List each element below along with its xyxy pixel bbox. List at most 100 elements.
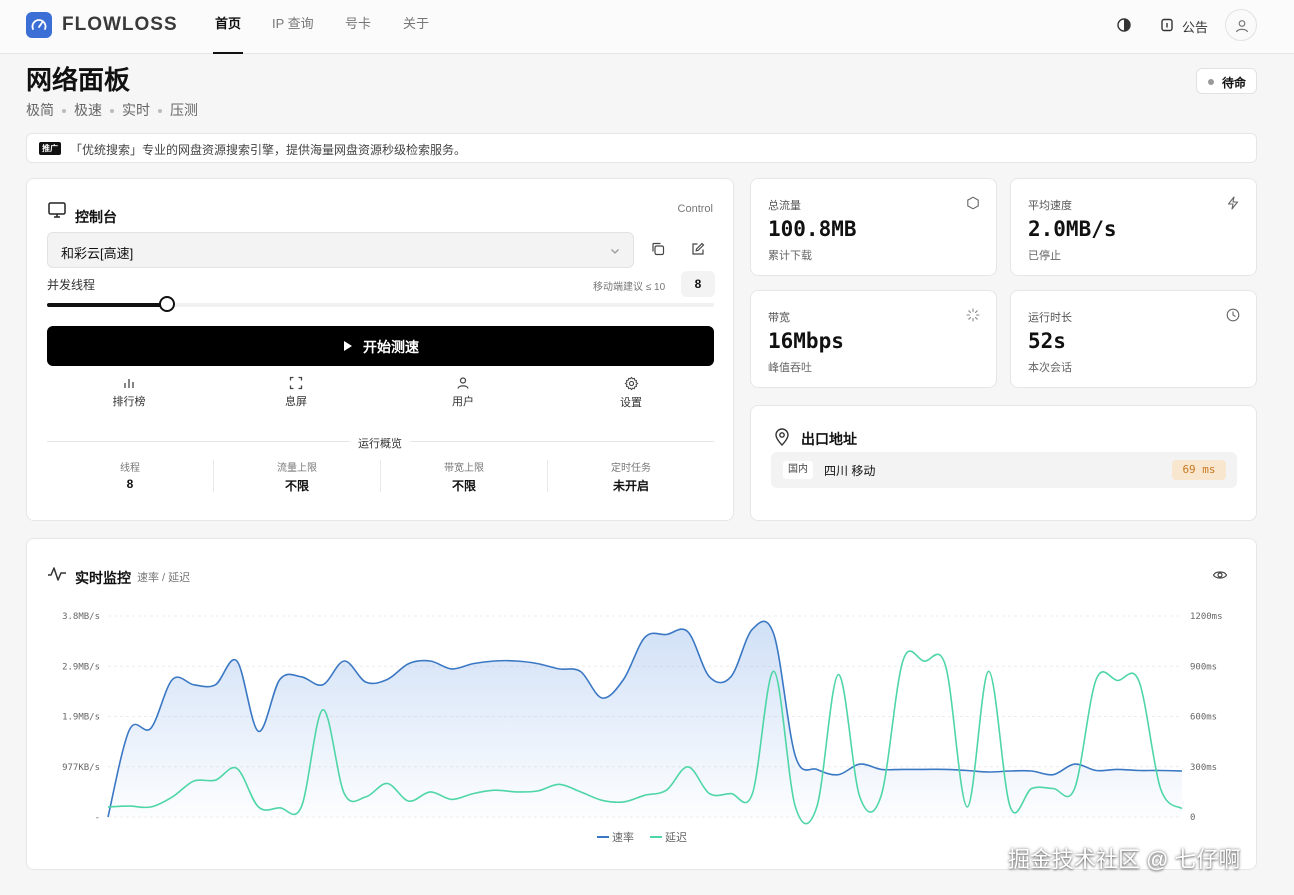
overview-stat: 线程 8 [47, 459, 213, 493]
edit-icon [692, 242, 705, 255]
lightning-icon [1227, 196, 1239, 210]
chevron-down-icon [611, 249, 619, 254]
y-left-tick-label: 1.9MB/s [62, 713, 100, 723]
metric-avg-speed: 平均速度 2.0MB/s 已停止 [1010, 178, 1257, 276]
overview-stat-label: 带宽上限 [444, 463, 484, 474]
ad-banner[interactable]: 推广 「优统搜索」专业的网盘资源搜索引擎，提供海量网盘资源秒级检索服务。 [26, 133, 1257, 163]
overview-stat-value: 未开启 [612, 479, 649, 493]
threads-slider[interactable] [47, 296, 714, 312]
exit-location: 四川 移动 [824, 464, 876, 478]
loader-icon [966, 308, 980, 322]
screen-off-button[interactable]: 息屏 [266, 376, 326, 412]
page-tag: 极速 [74, 102, 102, 118]
notice-icon[interactable] [1158, 16, 1176, 34]
realtime-monitor: 实时监控 速率 / 延迟 3.8MB/s 1200ms 2.9MB/s 900ms 1.… [26, 538, 1257, 870]
metric-sub: 已停止 [1028, 250, 1061, 262]
top-nav: FLOWLOSS 首页 IP 查询 号卡 关于 公告 [0, 0, 1294, 54]
metric-value: 16Mbps [768, 329, 844, 353]
speed-area [108, 621, 1182, 817]
node-select-value: 和彩云[高速] [61, 246, 134, 261]
metric-sub: 本次会话 [1028, 362, 1072, 374]
avatar[interactable] [1225, 9, 1257, 41]
metric-label: 带宽 [768, 312, 790, 324]
metric-sub: 累计下载 [768, 250, 812, 262]
y-right-tick-label: 1200ms [1190, 612, 1223, 622]
threads-value[interactable]: 8 [681, 271, 715, 297]
legend-speed-swatch [597, 836, 609, 838]
user-icon [457, 377, 469, 389]
clock-icon [1226, 308, 1240, 322]
monitor-chart: 3.8MB/s 1200ms 2.9MB/s 900ms 1.9MB/s 600ms 977… [62, 612, 1223, 825]
leaderboard-button[interactable]: 排行榜 [99, 376, 159, 412]
ad-tag: 推广 [39, 142, 61, 155]
brand-name[interactable]: FLOWLOSS [62, 14, 178, 36]
watermark: 掘金技术社区 @ 七仔啊 [1008, 847, 1241, 872]
edit-button[interactable] [684, 235, 712, 263]
y-right-tick-label: 900ms [1190, 662, 1217, 672]
overview-stat-value: 不限 [284, 479, 309, 493]
leaderboard-label: 排行榜 [112, 396, 146, 408]
exit-row: 国内 四川 移动 69 ms [771, 452, 1237, 488]
legend-speed[interactable]: 速率 [612, 829, 634, 845]
gauge-icon [31, 19, 47, 30]
y-right-tick-label: 0 [1190, 813, 1195, 823]
overview-stat-value: 不限 [451, 479, 476, 493]
status-badge: 待命 [1196, 68, 1257, 94]
user-button[interactable]: 用户 [433, 376, 493, 412]
ad-text[interactable]: 「优统搜索」专业的网盘资源搜索引擎，提供海量网盘资源秒级检索服务。 [70, 141, 466, 158]
page-tag: 极简 [26, 102, 54, 118]
exit-latency-badge: 69 ms [1172, 460, 1226, 480]
nav-about[interactable]: 关于 [403, 0, 429, 54]
metric-value: 52s [1028, 329, 1066, 353]
y-right-tick-label: 300ms [1190, 763, 1217, 773]
overview-stat-label: 流量上限 [277, 463, 317, 474]
y-left-tick-label: 977KB/s [62, 763, 100, 773]
node-select[interactable]: 和彩云[高速] [47, 232, 634, 268]
notice-label[interactable]: 公告 [1182, 17, 1208, 36]
nav-home[interactable]: 首页 [212, 0, 244, 54]
logo[interactable] [26, 12, 52, 38]
user-label: 用户 [452, 396, 474, 408]
page-tag: 压测 [170, 102, 198, 118]
legend-latency-swatch [650, 836, 662, 838]
metric-total-traffic: 总流量 100.8MB 累计下载 [750, 178, 997, 276]
play-icon [344, 341, 352, 351]
metric-sub: 峰值吞吐 [768, 362, 812, 374]
nav-ip-lookup[interactable]: IP 查询 [272, 0, 314, 54]
metric-label: 运行时长 [1028, 312, 1072, 324]
overview-stat: 带宽上限 不限 [381, 459, 547, 493]
copy-icon [652, 242, 665, 256]
y-left-tick-label: 2.9MB/s [62, 662, 100, 672]
overview-stat: 流量上限 不限 [214, 459, 380, 493]
start-test-label: 开始测速 [363, 339, 419, 355]
start-test-button[interactable]: 开始测速 [47, 326, 714, 366]
y-left-tick-label: - [95, 813, 100, 823]
user-icon [1235, 20, 1249, 33]
hexagon-icon [967, 196, 979, 210]
y-right-tick-label: 600ms [1190, 713, 1217, 723]
settings-button[interactable]: 设置 [601, 376, 661, 412]
slider-fill [47, 303, 168, 307]
monitor-icon [48, 202, 66, 218]
control-title: 控制台 [75, 209, 117, 225]
map-pin-icon [775, 428, 789, 446]
exit-region-tag: 国内 [783, 461, 813, 479]
theme-toggle-icon[interactable] [1115, 16, 1133, 34]
legend-latency[interactable]: 延迟 [665, 829, 687, 845]
overview-stat-label: 定时任务 [611, 463, 651, 474]
nav-sim-card[interactable]: 号卡 [345, 0, 371, 54]
slider-handle[interactable] [159, 296, 176, 312]
metric-bandwidth: 带宽 16Mbps 峰值吞吐 [750, 290, 997, 388]
threads-hint: 移动端建议 ≤ 10 [593, 282, 666, 293]
overview-stat: 定时任务 未开启 [548, 459, 714, 493]
metric-runtime: 运行时长 52s 本次会话 [1010, 290, 1257, 388]
threads-label: 并发线程 [47, 278, 96, 292]
metric-value: 2.0MB/s [1028, 217, 1117, 241]
control-panel: 控制台 Control 和彩云[高速] 并发线程 移动端建议 ≤ 10 8 开始… [26, 178, 734, 521]
y-left-tick-label: 3.8MB/s [62, 612, 100, 622]
page-tags: 极简 极速 实时 压测 [26, 100, 198, 120]
exit-title: 出口地址 [801, 431, 857, 447]
copy-button[interactable] [644, 235, 672, 263]
metric-label: 平均速度 [1028, 200, 1072, 212]
status-text: 待命 [1222, 76, 1247, 90]
